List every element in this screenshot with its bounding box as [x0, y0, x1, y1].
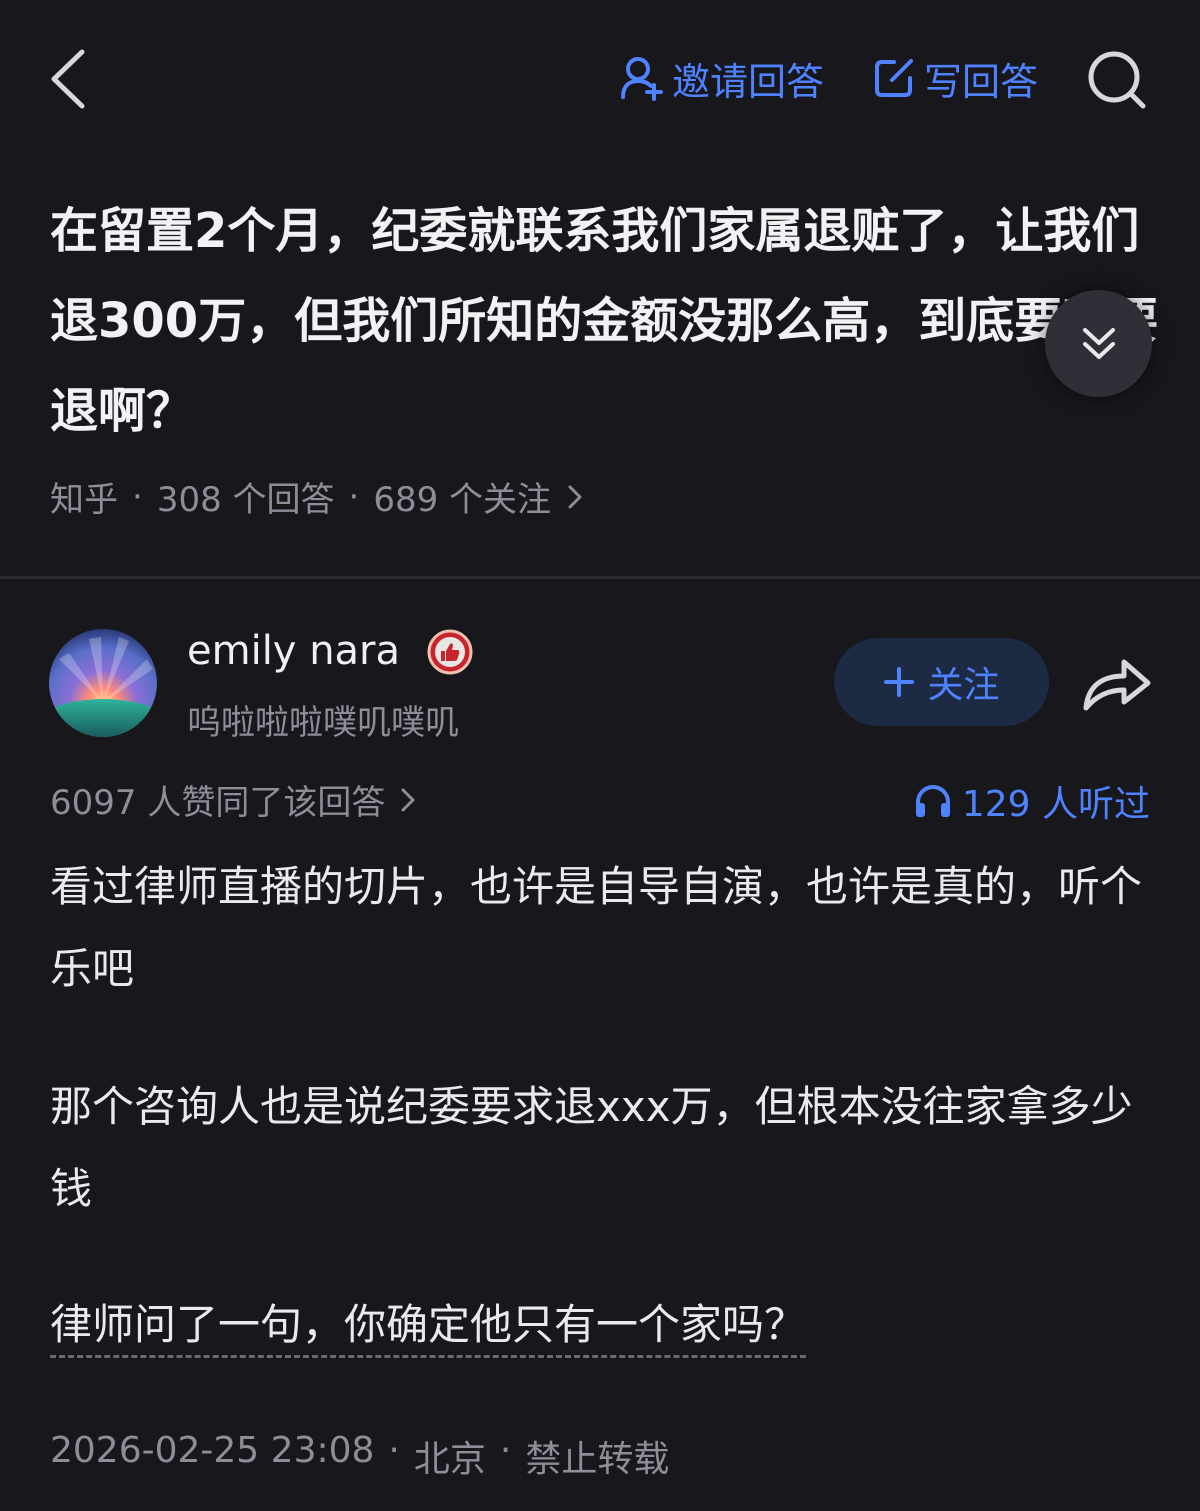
answer-footer: 2026-02-25 23:08 · 北京 · 禁止转载	[50, 1430, 669, 1482]
paragraph-2: 那个咨询人也是说纪委要求退xxx万，但根本没往家拿多少钱	[50, 1082, 1133, 1213]
separator-dot: ·	[388, 1430, 400, 1471]
author-name[interactable]: emily nara	[187, 628, 400, 674]
votes-count[interactable]: 6097 人赞同了该回答	[50, 775, 417, 824]
chevron-right-icon	[568, 485, 582, 508]
follow-label: 关注	[927, 665, 1000, 706]
paragraph-3: 律师问了一句，你确定他只有一个家吗？	[50, 1284, 807, 1366]
votes-label: 6097 人赞同了该回答	[50, 783, 386, 823]
follow-button[interactable]: 关注	[834, 638, 1049, 726]
plus-icon	[884, 667, 915, 697]
top-bar: 邀请回答 写回答	[0, 0, 1200, 160]
invite-answer-button[interactable]: 邀请回答	[620, 50, 824, 106]
expand-button[interactable]	[1045, 290, 1152, 397]
separator-dot: ·	[348, 476, 360, 517]
question-title[interactable]: 在留置2个月，纪委就联系我们家属退赃了，让我们退300万，但我们所知的金额没那么…	[50, 186, 1160, 456]
listen-count[interactable]: 129 人听过	[914, 775, 1150, 827]
back-arrow-icon[interactable]	[44, 44, 94, 114]
double-chevron-down-icon	[1082, 327, 1115, 359]
edit-icon	[875, 59, 913, 97]
followers-count: 689 个关注	[373, 480, 552, 520]
separator-dot: ·	[132, 476, 143, 517]
paragraph-1: 看过律师直播的切片，也许是自导自演，也许是真的，听个乐吧	[50, 862, 1143, 993]
source-label: 知乎	[50, 480, 118, 520]
separator-dot: ·	[499, 1430, 512, 1471]
answer-paragraph: 看过律师直播的切片，也许是自导自演，也许是真的，听个乐吧	[50, 846, 1150, 1010]
answer-location: 北京	[413, 1439, 486, 1480]
avatar[interactable]	[49, 629, 157, 737]
share-icon[interactable]	[1080, 650, 1155, 715]
answer-date: 2026-02-25 23:08	[50, 1430, 375, 1471]
listen-label: 129 人听过	[961, 784, 1150, 825]
answers-count: 308 个回答	[156, 480, 335, 520]
person-add-icon	[621, 57, 663, 101]
author-bio: 呜啦啦啦噗叽噗叽	[187, 703, 459, 743]
divider	[0, 576, 1200, 579]
invite-answer-label: 邀请回答	[672, 59, 825, 104]
underlined-sentence[interactable]: 律师问了一句，你确定他只有一个家吗？	[50, 1300, 807, 1358]
copyright-notice: 禁止转载	[525, 1439, 670, 1480]
question-meta[interactable]: 知乎 · 308 个回答 · 689 个关注	[50, 472, 585, 521]
headphones-icon	[915, 785, 950, 817]
write-answer-button[interactable]: 写回答	[872, 50, 1038, 106]
write-answer-label: 写回答	[924, 59, 1039, 104]
search-icon[interactable]	[1085, 48, 1149, 112]
chevron-right-icon	[401, 788, 415, 811]
thumbs-up-badge-icon	[426, 628, 474, 676]
